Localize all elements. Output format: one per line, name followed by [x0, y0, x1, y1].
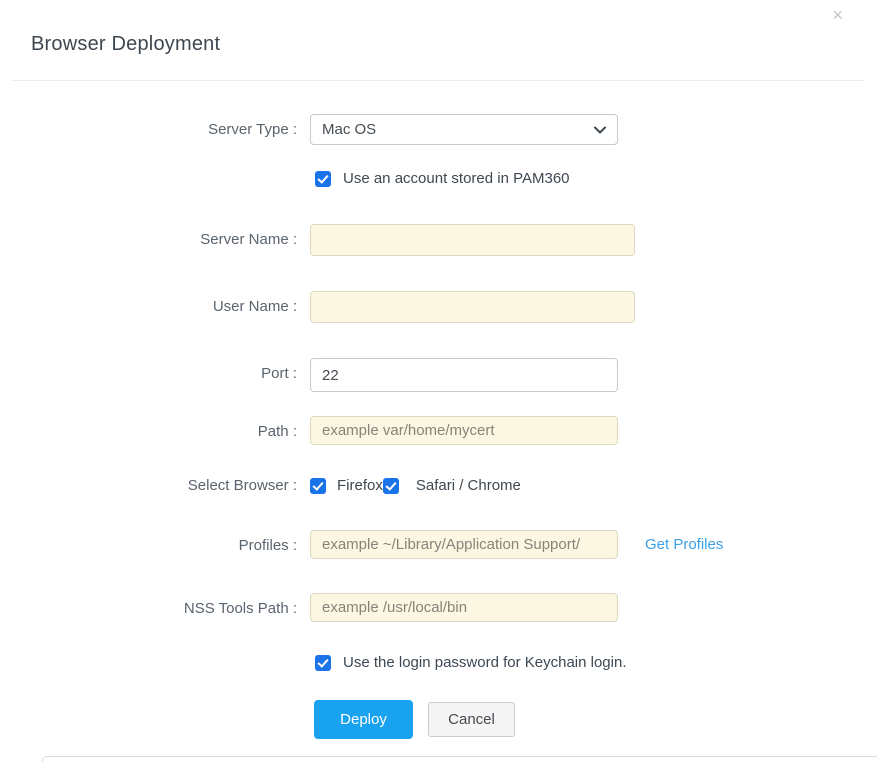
- server-type-label: Server Type :: [208, 121, 297, 138]
- background-panel-edge: [42, 756, 877, 762]
- profiles-row: Profiles : Get Profiles: [0, 530, 877, 559]
- nss-tools-path-label: NSS Tools Path :: [183, 600, 297, 617]
- safari-chrome-label: Safari / Chrome: [415, 477, 521, 494]
- server-type-row: Server Type : Mac OS: [0, 114, 877, 145]
- browser-deployment-dialog: Browser Deployment × Server Type : Mac O…: [0, 0, 877, 762]
- port-label: Port :: [261, 365, 297, 382]
- dialog-actions: Deploy Cancel: [0, 700, 877, 739]
- pam-account-checkbox[interactable]: [315, 170, 331, 187]
- dialog-header: Browser Deployment ×: [12, 0, 865, 81]
- firefox-checkbox[interactable]: [310, 477, 326, 494]
- server-name-row: Server Name :: [0, 224, 877, 256]
- pam-account-label: Use an account stored in PAM360: [343, 170, 570, 187]
- deployment-form: Server Type : Mac OS Use an account stor…: [0, 81, 877, 739]
- user-name-label: User Name :: [212, 298, 297, 315]
- server-name-label: Server Name :: [200, 231, 297, 248]
- path-input[interactable]: [310, 416, 618, 445]
- profiles-input[interactable]: [310, 530, 618, 559]
- server-type-select-wrap: Mac OS: [310, 114, 618, 145]
- get-profiles-link[interactable]: Get Profiles: [645, 530, 723, 553]
- pam-account-row: Use an account stored in PAM360: [0, 170, 877, 187]
- port-row: Port :: [0, 358, 877, 392]
- nss-tools-path-input[interactable]: [310, 593, 618, 622]
- nss-tools-path-row: NSS Tools Path :: [0, 593, 877, 622]
- close-icon[interactable]: ×: [828, 2, 847, 28]
- path-label: Path :: [257, 423, 297, 440]
- keychain-checkbox[interactable]: [315, 654, 331, 671]
- firefox-label: Firefox: [337, 477, 383, 494]
- select-browser-label: Select Browser :: [187, 477, 297, 494]
- page-title: Browser Deployment: [31, 33, 221, 55]
- profiles-label: Profiles :: [238, 537, 297, 554]
- keychain-row: Use the login password for Keychain logi…: [0, 654, 877, 671]
- keychain-label: Use the login password for Keychain logi…: [343, 654, 627, 671]
- port-input[interactable]: [310, 358, 618, 392]
- safari-chrome-checkbox[interactable]: [382, 477, 399, 494]
- path-row: Path :: [0, 416, 877, 445]
- cancel-button[interactable]: Cancel: [428, 702, 515, 737]
- browser-options: Firefox Safari / Chrome: [310, 477, 521, 494]
- select-browser-row: Select Browser : Firefox Safari / Chrome: [0, 477, 877, 494]
- user-name-input[interactable]: [310, 291, 635, 323]
- deploy-button[interactable]: Deploy: [314, 700, 413, 739]
- user-name-row: User Name :: [0, 291, 877, 323]
- server-type-select[interactable]: Mac OS: [310, 114, 618, 145]
- server-name-input[interactable]: [310, 224, 635, 256]
